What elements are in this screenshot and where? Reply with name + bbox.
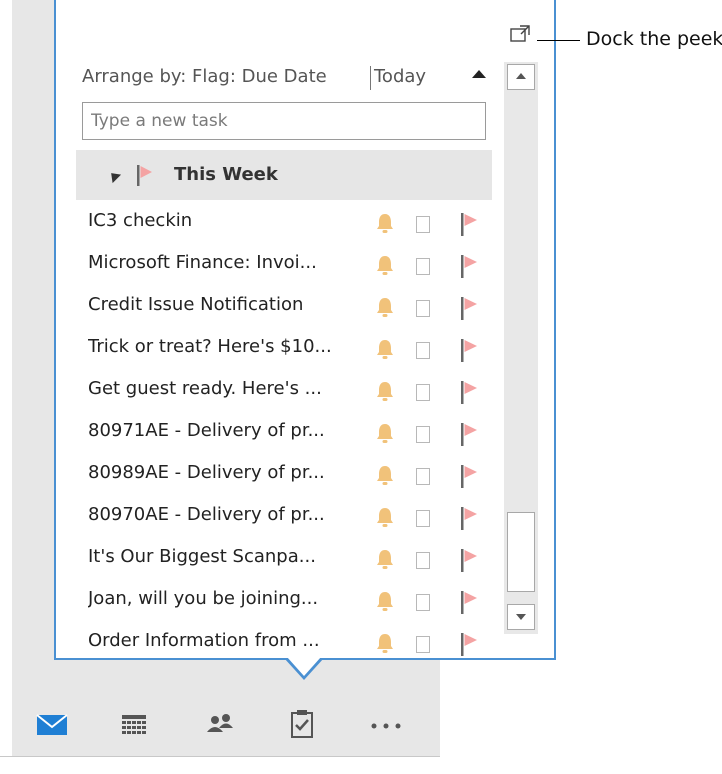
callout-line xyxy=(537,40,580,41)
reminder-bell-icon[interactable] xyxy=(374,212,396,234)
chevron-down-icon xyxy=(516,614,526,620)
flag-icon[interactable] xyxy=(460,548,482,572)
task-row[interactable]: 80970AE - Delivery of pr... xyxy=(88,502,508,532)
arrange-by-label[interactable]: Arrange by: Flag: Due Date xyxy=(82,66,327,87)
task-title[interactable]: Credit Issue Notification xyxy=(88,294,368,315)
reminder-bell-icon[interactable] xyxy=(374,254,396,276)
flag-icon[interactable] xyxy=(460,338,482,362)
navigation-divider xyxy=(0,756,440,757)
arrange-by-value[interactable]: Today xyxy=(374,66,426,87)
group-header-this-week[interactable]: This Week xyxy=(76,150,492,200)
reminder-bell-icon[interactable] xyxy=(374,464,396,486)
flag-icon[interactable] xyxy=(460,422,482,446)
flag-icon[interactable] xyxy=(460,590,482,614)
flag-icon[interactable] xyxy=(460,380,482,404)
complete-checkbox[interactable] xyxy=(416,510,430,527)
tasks-icon[interactable] xyxy=(284,706,320,742)
scroll-down-button[interactable] xyxy=(507,604,535,630)
task-title[interactable]: Get guest ready. Here's ... xyxy=(88,378,368,399)
reminder-bell-icon[interactable] xyxy=(374,422,396,444)
reminder-bell-icon[interactable] xyxy=(374,590,396,612)
group-label: This Week xyxy=(174,164,278,185)
reminder-bell-icon[interactable] xyxy=(374,296,396,318)
reminder-bell-icon[interactable] xyxy=(374,380,396,402)
task-row[interactable]: Trick or treat? Here's $10... xyxy=(88,334,508,364)
complete-checkbox[interactable] xyxy=(416,426,430,443)
flag-icon[interactable] xyxy=(460,632,482,656)
flag-icon[interactable] xyxy=(460,506,482,530)
task-row[interactable]: Order Information from ... xyxy=(88,628,508,658)
task-title[interactable]: 80970AE - Delivery of pr... xyxy=(88,504,368,525)
task-title[interactable]: It's Our Biggest Scanpa... xyxy=(88,546,368,567)
task-row[interactable]: 80989AE - Delivery of pr... xyxy=(88,460,508,490)
people-icon[interactable] xyxy=(202,706,238,742)
chevron-up-icon xyxy=(516,73,526,79)
task-row[interactable]: 80971AE - Delivery of pr... xyxy=(88,418,508,448)
complete-checkbox[interactable] xyxy=(416,636,430,653)
task-row[interactable]: It's Our Biggest Scanpa... xyxy=(88,544,508,574)
reminder-bell-icon[interactable] xyxy=(374,506,396,528)
complete-checkbox[interactable] xyxy=(416,468,430,485)
task-title[interactable]: IC3 checkin xyxy=(88,210,368,231)
flag-icon[interactable] xyxy=(460,296,482,320)
complete-checkbox[interactable] xyxy=(416,300,430,317)
sort-ascending-icon[interactable] xyxy=(472,70,486,78)
complete-checkbox[interactable] xyxy=(416,258,430,275)
peek-pointer-fill xyxy=(287,657,321,676)
complete-checkbox[interactable] xyxy=(416,594,430,611)
task-row[interactable]: Credit Issue Notification xyxy=(88,292,508,322)
header-divider xyxy=(370,66,371,90)
task-title[interactable]: 80971AE - Delivery of pr... xyxy=(88,420,368,441)
scrollbar-thumb[interactable] xyxy=(507,512,535,592)
calendar-icon[interactable] xyxy=(116,706,152,742)
task-row[interactable]: Joan, will you be joining... xyxy=(88,586,508,616)
complete-checkbox[interactable] xyxy=(416,552,430,569)
task-row[interactable]: IC3 checkin xyxy=(88,208,508,238)
navigation-bar xyxy=(12,692,440,756)
dock-peek-icon[interactable] xyxy=(510,24,532,44)
task-title[interactable]: 80989AE - Delivery of pr... xyxy=(88,462,368,483)
task-row[interactable]: Microsoft Finance: Invoi... xyxy=(88,250,508,280)
more-icon[interactable] xyxy=(368,706,404,742)
task-title[interactable]: Microsoft Finance: Invoi... xyxy=(88,252,368,273)
task-title[interactable]: Order Information from ... xyxy=(88,630,368,651)
arrange-by-header[interactable]: Arrange by: Flag: Due Date Today xyxy=(82,64,494,92)
complete-checkbox[interactable] xyxy=(416,384,430,401)
new-task-input[interactable] xyxy=(82,102,486,140)
reminder-bell-icon[interactable] xyxy=(374,632,396,654)
mail-icon[interactable] xyxy=(34,706,70,742)
scroll-up-button[interactable] xyxy=(507,64,535,90)
flag-icon[interactable] xyxy=(460,464,482,488)
flag-icon xyxy=(136,164,156,186)
flag-icon[interactable] xyxy=(460,212,482,236)
task-title[interactable]: Trick or treat? Here's $10... xyxy=(88,336,368,357)
reminder-bell-icon[interactable] xyxy=(374,338,396,360)
complete-checkbox[interactable] xyxy=(416,216,430,233)
flag-icon[interactable] xyxy=(460,254,482,278)
reminder-bell-icon[interactable] xyxy=(374,548,396,570)
app-background xyxy=(0,0,12,692)
callout-label: Dock the peek xyxy=(586,28,722,50)
collapse-triangle-icon[interactable] xyxy=(106,168,122,184)
task-title[interactable]: Joan, will you be joining... xyxy=(88,588,368,609)
task-row[interactable]: Get guest ready. Here's ... xyxy=(88,376,508,406)
complete-checkbox[interactable] xyxy=(416,342,430,359)
